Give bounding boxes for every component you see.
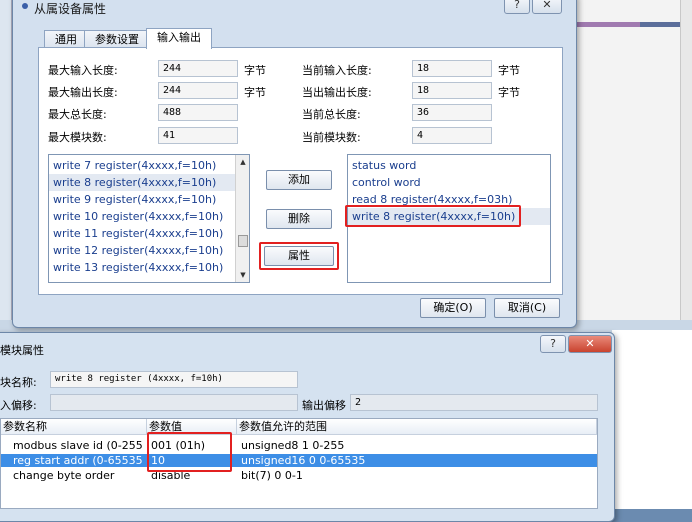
available-modules-list[interactable]: write 7 register(4xxxx,f=10h) write 8 re…: [48, 154, 250, 283]
current-output-length-field: 18: [412, 82, 492, 99]
list-item[interactable]: write 11 register(4xxxx,f=10h): [49, 225, 249, 242]
current-modules-label: 当前模块数:: [302, 131, 361, 144]
dialog-title: 从属设备属性: [34, 2, 107, 16]
tab-general[interactable]: 通用: [44, 30, 88, 48]
list-item[interactable]: write 9 register(4xxxx,f=10h): [49, 191, 249, 208]
background-lower-pane: [612, 330, 692, 509]
cancel-button[interactable]: 取消(C): [494, 298, 560, 318]
background-left-panel: [0, 0, 12, 320]
tab-input-output[interactable]: 输入输出: [146, 28, 212, 49]
current-output-length-label: 当出输出长度:: [302, 86, 372, 99]
parameter-table[interactable]: 参数名称 参数值 参数值允许的范围 modbus slave id (0-255…: [0, 418, 598, 509]
list-item[interactable]: write 7 register(4xxxx,f=10h): [49, 157, 249, 174]
help-button[interactable]: ?: [540, 335, 566, 353]
list-scrollbar[interactable]: ▲ ▼: [235, 155, 249, 282]
output-offset-field: 2: [350, 394, 598, 411]
tab-parameters[interactable]: 参数设置: [84, 30, 150, 48]
output-offset-label: 输出偏移: [302, 399, 346, 412]
current-input-length-label: 当前输入长度:: [302, 64, 372, 77]
current-output-unit: 字节: [498, 86, 520, 99]
background-highlight-bar-end: [640, 22, 680, 27]
list-item[interactable]: write 10 register(4xxxx,f=10h): [49, 208, 249, 225]
close-button[interactable]: ✕: [568, 335, 612, 353]
column-header-range[interactable]: 参数值允许的范围: [237, 419, 597, 435]
table-row[interactable]: change byte order disable bit(7) 0 0-1: [1, 469, 597, 482]
scroll-up-arrow-icon[interactable]: ▲: [238, 157, 248, 167]
max-input-length-field: 244: [158, 60, 238, 77]
param-range: unsigned8 1 0-255: [241, 439, 345, 452]
max-input-unit: 字节: [244, 64, 266, 77]
ok-button[interactable]: 确定(O): [420, 298, 486, 318]
module-name-label: 块名称:: [0, 376, 37, 389]
table-row[interactable]: modbus slave id (0-255 001 (01h) unsigne…: [1, 439, 597, 452]
max-total-length-label: 最大总长度:: [48, 108, 107, 121]
list-item[interactable]: status word: [348, 157, 550, 174]
current-total-length-field: 36: [412, 104, 492, 121]
module-name-field: write 8 register (4xxxx, f=10h): [50, 371, 298, 388]
highlight-box: [147, 432, 232, 472]
input-offset-field: [50, 394, 298, 411]
scroll-down-arrow-icon[interactable]: ▼: [238, 270, 248, 280]
param-name: reg start addr (0-65535: [13, 454, 143, 467]
close-button[interactable]: ✕: [532, 0, 562, 14]
highlight-box: [345, 205, 521, 227]
list-item[interactable]: write 13 register(4xxxx,f=10h): [49, 259, 249, 276]
background-scrollbar[interactable]: [680, 0, 692, 320]
max-output-unit: 字节: [244, 86, 266, 99]
table-row[interactable]: reg start addr (0-65535 10 unsigned16 0 …: [1, 454, 597, 467]
list-item[interactable]: write 8 register(4xxxx,f=10h): [49, 174, 249, 191]
max-modules-field: 41: [158, 127, 238, 144]
delete-button[interactable]: 删除: [266, 209, 332, 229]
max-output-length-field: 244: [158, 82, 238, 99]
background-right-pane: [576, 0, 692, 320]
max-input-length-label: 最大输入长度:: [48, 64, 118, 77]
scroll-thumb[interactable]: [238, 235, 248, 247]
dialog-app-icon: [22, 3, 28, 9]
list-item[interactable]: write 12 register(4xxxx,f=10h): [49, 242, 249, 259]
current-modules-field: 4: [412, 127, 492, 144]
current-input-length-field: 18: [412, 60, 492, 77]
input-offset-label: 入偏移:: [0, 399, 37, 412]
param-range: bit(7) 0 0-1: [241, 469, 303, 482]
param-range: unsigned16 0 0-65535: [241, 454, 366, 467]
column-header-name[interactable]: 参数名称: [1, 419, 147, 435]
help-button[interactable]: ?: [504, 0, 530, 14]
properties-button[interactable]: 属性: [264, 246, 334, 266]
param-name: change byte order: [13, 469, 115, 482]
add-button[interactable]: 添加: [266, 170, 332, 190]
param-name: modbus slave id (0-255: [13, 439, 143, 452]
current-total-length-label: 当前总长度:: [302, 108, 361, 121]
max-modules-label: 最大模块数:: [48, 131, 107, 144]
max-output-length-label: 最大输出长度:: [48, 86, 118, 99]
current-input-unit: 字节: [498, 64, 520, 77]
max-total-length-field: 488: [158, 104, 238, 121]
dialog-title: 模块属性: [0, 344, 44, 357]
list-item[interactable]: control word: [348, 174, 550, 191]
